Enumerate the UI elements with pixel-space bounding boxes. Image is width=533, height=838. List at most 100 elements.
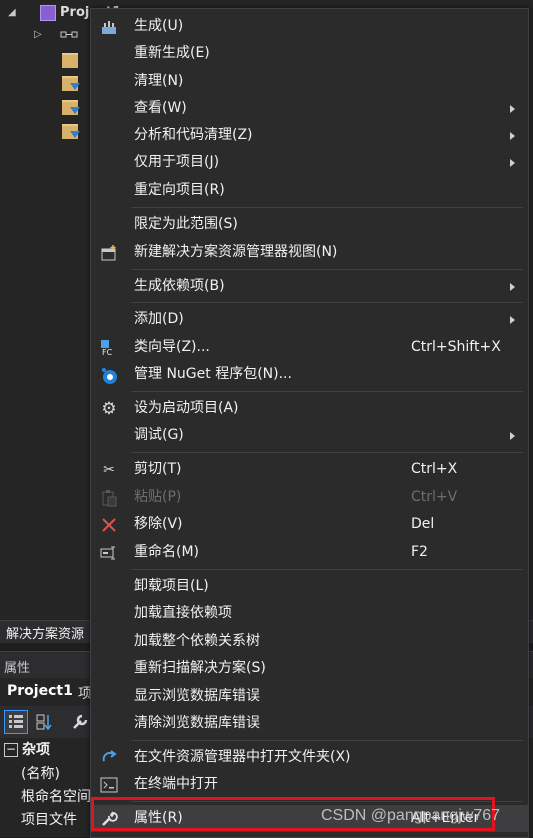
menu-separator [131,801,523,802]
nuget-icon [101,367,117,384]
menu-item-shortcut: Ctrl+X [411,461,458,477]
references-icon [60,31,78,38]
folder-row-3[interactable] [62,100,82,116]
wrench-icon [73,714,88,729]
filter-folder-icon [62,124,80,139]
category-row[interactable]: − 杂项 [4,739,50,761]
folder-row-2[interactable] [62,76,82,92]
paste-icon [102,490,117,507]
menu-item-shortcut: F2 [411,544,428,560]
submenu-arrow-icon [510,105,515,113]
menu-item-open-in-terminal[interactable]: 在终端中打开 [91,771,528,798]
menu-item-label: 新建解决方案资源管理器视图(N) [134,244,338,260]
menu-item-open-in-explorer[interactable]: 在文件资源管理器中打开文件夹(X) [91,744,528,771]
menu-item-new-explorer-view[interactable]: 新建解决方案资源管理器视图(N) [91,239,528,266]
property-name: (名称) [21,766,60,782]
menu-item-label: 加载直接依赖项 [134,605,232,621]
menu-item-shortcut: Ctrl+Shift+X [411,339,501,355]
menu-item-class-wizard[interactable]: FC 类向导(Z)... Ctrl+Shift+X [91,334,528,361]
terminal-icon [100,777,118,793]
menu-item-build[interactable]: 生成(U) [91,13,528,40]
menu-item-show-db-errors[interactable]: 显示浏览数据库错误 [91,683,528,710]
folder-row-4[interactable] [62,124,82,140]
menu-item-build-dependencies[interactable]: 生成依赖项(B) [91,273,528,300]
menu-item-analyze[interactable]: 分析和代码清理(Z) [91,122,528,149]
categorized-button[interactable] [4,710,28,734]
menu-item-label: 在文件资源管理器中打开文件夹(X) [134,749,351,765]
wrench-icon [102,811,118,826]
submenu-arrow-icon [510,159,515,167]
menu-item-project-only[interactable]: 仅用于项目(J) [91,149,528,176]
menu-item-label: 加载整个依赖关系树 [134,633,260,649]
menu-item-label: 查看(W) [134,100,187,116]
menu-separator [131,207,523,208]
menu-item-label: 类向导(Z)... [134,339,210,355]
menu-item-label: 在终端中打开 [134,776,218,792]
menu-item-label: 生成(U) [134,18,184,34]
menu-item-label: 移除(V) [134,516,183,532]
menu-separator [131,740,523,741]
property-pages-button[interactable] [68,710,92,734]
menu-item-cut[interactable]: ✂ 剪切(T) Ctrl+X [91,456,528,483]
menu-item-rebuild[interactable]: 重新生成(E) [91,40,528,67]
project-icon [40,4,56,21]
menu-item-label: 清理(N) [134,73,184,89]
open-folder-icon [102,750,117,762]
menu-item-label: 设为启动项目(A) [134,400,239,416]
menu-separator [131,391,523,392]
folder-row-1[interactable] [62,53,82,69]
gear-icon: ⚙ [101,399,117,419]
svg-text:FC: FC [102,348,113,357]
menu-item-view[interactable]: 查看(W) [91,95,528,122]
menu-separator [131,269,523,270]
menu-item-load-dep-tree[interactable]: 加载整个依赖关系树 [91,628,528,655]
menu-item-shortcut: Del [411,516,435,532]
menu-item-debug[interactable]: 调试(G) [91,422,528,449]
filter-folder-icon [62,100,80,115]
properties-title: 属性 [4,661,31,676]
alphabetical-button[interactable] [33,710,57,734]
collapse-icon[interactable]: ◢ [8,2,16,24]
menu-separator [131,452,523,453]
menu-item-paste: 粘贴(P) Ctrl+V [91,484,528,511]
property-row[interactable]: 项目文件 [21,809,77,831]
menu-item-label: 调试(G) [134,427,184,443]
menu-item-add[interactable]: 添加(D) [91,306,528,333]
submenu-arrow-icon [510,132,515,140]
menu-item-label: 限定为此范围(S) [134,216,238,232]
menu-item-clear-db-errors[interactable]: 清除浏览数据库错误 [91,710,528,737]
menu-item-load-direct-deps[interactable]: 加载直接依赖项 [91,600,528,627]
external-folder-icon [62,53,78,68]
menu-item-remove[interactable]: 移除(V) Del [91,511,528,538]
menu-item-label: 重新生成(E) [134,45,210,61]
rename-icon [100,546,115,560]
collapse-category-icon[interactable]: − [4,743,18,757]
menu-item-label: 管理 NuGet 程序包(N)... [134,366,292,382]
menu-item-label: 分析和代码清理(Z) [134,127,253,143]
menu-item-scope-to-this[interactable]: 限定为此范围(S) [91,211,528,238]
menu-item-label: 重定向项目(R) [134,182,225,198]
alphabetical-icon [36,714,52,731]
menu-item-rename[interactable]: 重命名(M) F2 [91,539,528,566]
build-icon [102,21,116,34]
submenu-arrow-icon [510,316,515,324]
menu-item-set-startup[interactable]: ⚙ 设为启动项目(A) [91,395,528,422]
property-row[interactable]: 根命名空间 [21,786,91,808]
menu-item-clean[interactable]: 清理(N) [91,68,528,95]
menu-separator [131,569,523,570]
menu-item-label: 仅用于项目(J) [134,154,220,170]
tab-label: 解决方案资源 [6,627,85,642]
menu-item-unload-project[interactable]: 卸载项目(L) [91,573,528,600]
menu-item-label: 卸载项目(L) [134,578,209,594]
property-row[interactable]: (名称) [21,763,60,785]
menu-item-manage-nuget[interactable]: 管理 NuGet 程序包(N)... [91,361,528,388]
cut-icon: ✂ [103,462,115,478]
object-name: Project1 [7,683,73,699]
watermark: CSDN @pangpangjw767 [321,807,501,824]
menu-item-rescan-solution[interactable]: 重新扫描解决方案(S) [91,655,528,682]
menu-item-label: 粘贴(P) [134,489,182,505]
menu-item-label: 剪切(T) [134,461,182,477]
menu-item-retarget[interactable]: 重定向项目(R) [91,177,528,204]
menu-item-shortcut: Ctrl+V [411,489,458,505]
expand-icon[interactable]: ▷ [34,24,42,46]
